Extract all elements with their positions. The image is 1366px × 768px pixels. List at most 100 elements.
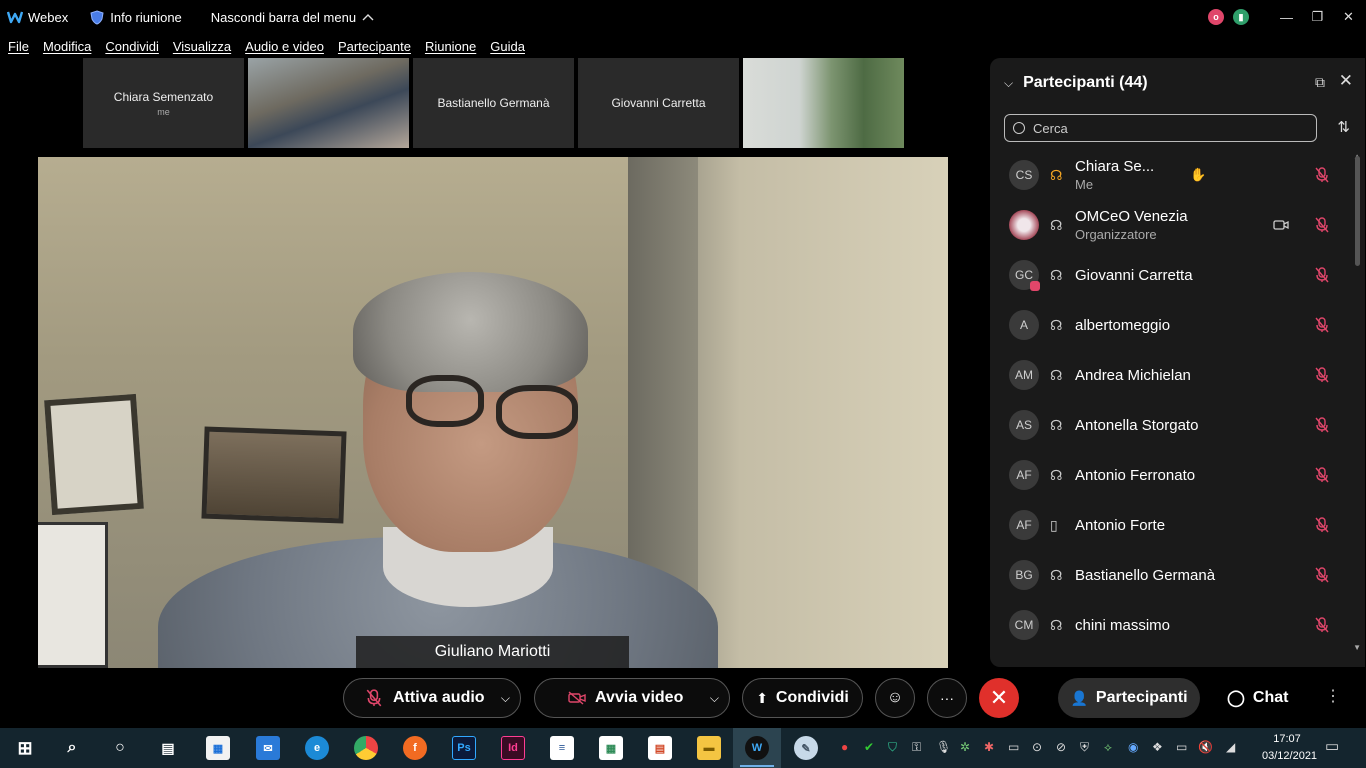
menu-audio-video[interactable]: Audio e video <box>245 39 324 54</box>
unmute-audio-button[interactable]: Attiva audio ⌵ <box>343 678 521 718</box>
participant-row[interactable]: GC ☊ Giovanni Carretta <box>990 250 1350 300</box>
more-panels-icon[interactable]: ⋮ <box>1325 686 1341 706</box>
volume-muted-icon[interactable]: 🔇 <box>1198 740 1213 754</box>
reactions-button[interactable]: ☺ <box>875 678 915 718</box>
leave-meeting-button[interactable]: ✕ <box>979 678 1019 718</box>
firefox-icon[interactable]: f <box>403 736 427 760</box>
video-thumbnail[interactable]: Chiara Semenzato me <box>83 58 244 148</box>
cortana-icon[interactable]: ○ <box>108 736 132 760</box>
participant-row[interactable]: BG ☊ Bastianello Germanà <box>990 550 1350 600</box>
system-clock[interactable]: 17:07 03/12/2021 <box>1262 731 1317 765</box>
chevron-down-icon[interactable]: ⌵ <box>501 691 510 706</box>
muted-mic-icon[interactable] <box>1315 467 1329 483</box>
store-icon[interactable]: ▦ <box>206 736 230 760</box>
muted-mic-icon[interactable] <box>1315 217 1329 233</box>
tray-shield-icon[interactable]: ⛉ <box>888 740 897 755</box>
participant-role: Organizzatore <box>1075 227 1157 242</box>
video-thumbnail[interactable]: Giovanni Carretta <box>578 58 739 148</box>
raise-hand-icon[interactable]: ✋ <box>1190 167 1206 183</box>
network-stats-icon[interactable]: ▮ <box>1233 9 1249 25</box>
spreadsheet-icon[interactable]: ▦ <box>599 736 623 760</box>
photoshop-icon[interactable]: Ps <box>452 736 476 760</box>
participants-toggle-button[interactable]: 👤 Partecipanti <box>1058 678 1200 718</box>
participant-row[interactable]: CM ☊ chini massimo <box>990 600 1350 650</box>
presentation-icon[interactable]: ▤ <box>648 736 672 760</box>
muted-mic-icon[interactable] <box>1315 417 1329 433</box>
indesign-icon[interactable]: Id <box>501 736 525 760</box>
edge-icon[interactable]: e <box>305 736 329 760</box>
tray-app-icon[interactable]: ● <box>841 740 848 754</box>
menu-file[interactable]: File <box>8 39 29 54</box>
close-panel-icon[interactable]: ✕ <box>1339 71 1353 91</box>
chat-button[interactable]: ◯ Chat <box>1227 688 1288 708</box>
sort-icon[interactable]: ⇅ <box>1337 118 1350 136</box>
search-input[interactable] <box>1033 120 1303 136</box>
muted-mic-icon[interactable] <box>1315 167 1329 183</box>
word-document-icon[interactable]: ≡ <box>550 736 574 760</box>
tray-camera-icon[interactable]: ⊙ <box>1032 740 1042 754</box>
task-view-icon[interactable]: ▤ <box>156 736 180 760</box>
chrome-icon[interactable] <box>354 736 378 760</box>
menu-guida[interactable]: Guida <box>490 39 525 54</box>
start-video-button[interactable]: Avvia video ⌵ <box>534 678 730 718</box>
dropbox-icon[interactable]: ❖ <box>1152 740 1163 754</box>
battery-icon[interactable]: ▭ <box>1176 740 1187 754</box>
panel-title: Partecipanti (44) <box>1023 74 1148 91</box>
muted-mic-icon[interactable] <box>1315 567 1329 583</box>
participant-row[interactable]: AS ☊ Antonella Storgato <box>990 400 1350 450</box>
participant-row[interactable]: AF ▯ Antonio Forte <box>990 500 1350 550</box>
scroll-down-icon[interactable]: ▼ <box>1353 643 1361 652</box>
hide-menu-bar-button[interactable]: Nascondi barra del menu <box>211 10 374 25</box>
video-thumbnail-camera[interactable] <box>743 58 904 148</box>
more-options-button[interactable]: ··· <box>927 678 967 718</box>
participant-row[interactable]: AM ☊ Andrea Michielan <box>990 350 1350 400</box>
paint-icon[interactable]: ✎ <box>794 736 818 760</box>
active-speaker-video[interactable]: Giuliano Mariotti <box>38 157 948 668</box>
participant-search[interactable] <box>1004 114 1317 142</box>
muted-mic-icon[interactable] <box>1315 617 1329 633</box>
close-window-button[interactable]: ✕ <box>1333 3 1364 31</box>
video-thumbnail-camera[interactable] <box>248 58 409 148</box>
participant-row[interactable]: ☊ OMCeO Venezia Organizzatore <box>990 200 1350 250</box>
tray-lock-icon[interactable]: ⚿ <box>912 740 921 755</box>
tray-mic-icon[interactable]: 🎙 <box>936 740 951 754</box>
meeting-info-button[interactable]: Info riunione <box>90 10 182 25</box>
muted-mic-icon[interactable] <box>1315 517 1329 533</box>
restore-button[interactable]: ❐ <box>1302 3 1333 31</box>
muted-mic-icon[interactable] <box>1315 317 1329 333</box>
tray-app-icon[interactable]: ⟡ <box>1104 740 1112 755</box>
menu-partecipante[interactable]: Partecipante <box>338 39 411 54</box>
mute-badge-icon <box>1030 281 1040 291</box>
collapse-chevron-icon[interactable]: ⌵ <box>1004 76 1013 91</box>
participant-row[interactable]: AF ☊ Antonio Ferronato <box>990 450 1350 500</box>
muted-mic-icon[interactable] <box>1315 367 1329 383</box>
menu-condividi[interactable]: Condividi <box>105 39 158 54</box>
tray-app-icon[interactable]: ◉ <box>1128 740 1138 754</box>
menu-visualizza[interactable]: Visualizza <box>173 39 231 54</box>
popout-icon[interactable]: ⧉ <box>1315 74 1325 91</box>
menu-riunione[interactable]: Riunione <box>425 39 476 54</box>
menu-modifica[interactable]: Modifica <box>43 39 91 54</box>
muted-mic-icon[interactable] <box>1315 267 1329 283</box>
participant-row[interactable]: A ☊ albertomeggio <box>990 300 1350 350</box>
search-icon[interactable]: ⌕ <box>60 736 84 760</box>
tray-app-icon[interactable]: ✱ <box>984 740 994 754</box>
tray-network-off-icon[interactable]: ⊘ <box>1056 740 1066 754</box>
chevron-down-icon[interactable]: ⌵ <box>710 691 719 706</box>
file-explorer-icon[interactable]: ▬ <box>697 736 721 760</box>
recording-icon[interactable]: o <box>1208 9 1224 25</box>
participant-scrollbar[interactable] <box>1355 156 1360 266</box>
tray-security-icon[interactable]: ⛨ <box>1080 740 1089 755</box>
share-button[interactable]: ⬆ Condividi <box>742 678 863 718</box>
windows-start-icon[interactable]: ⊞ <box>13 736 37 760</box>
webex-taskbar-icon[interactable]: W <box>745 736 769 760</box>
tray-display-icon[interactable]: ▭ <box>1008 740 1019 754</box>
minimize-button[interactable]: — <box>1271 3 1302 31</box>
mail-icon[interactable]: ✉ <box>256 736 280 760</box>
tray-check-icon[interactable]: ✔ <box>864 740 874 754</box>
video-thumbnail[interactable]: Bastianello Germanà <box>413 58 574 148</box>
wifi-icon[interactable]: ◢ <box>1226 740 1235 754</box>
participant-row[interactable]: CS ☊ Chiara Se... Me ✋ <box>990 150 1350 200</box>
tray-app-icon[interactable]: ✲ <box>960 740 970 754</box>
notifications-icon[interactable]: ▭ <box>1325 737 1339 755</box>
